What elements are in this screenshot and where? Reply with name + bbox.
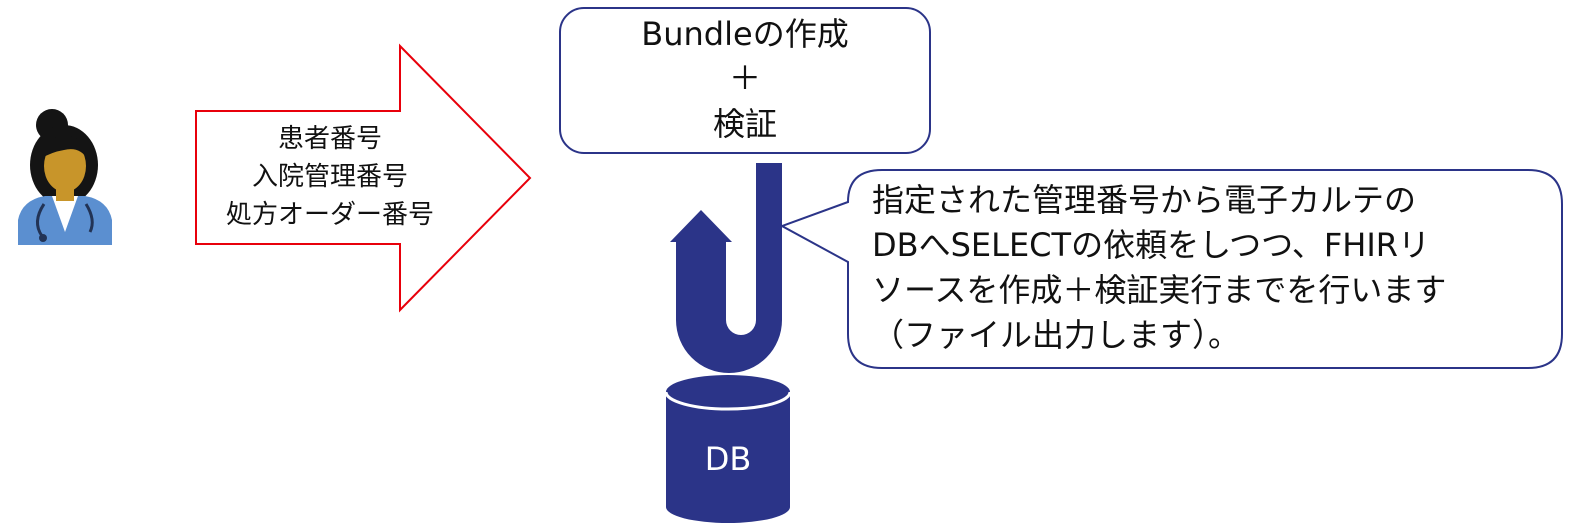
callout-line-4: （ファイル出力します）。 <box>872 316 1241 354</box>
database-label: DB <box>704 440 752 478</box>
input-arrow-label: 患者番号 入院管理番号 処方オーダー番号 <box>195 120 465 234</box>
diagram: 患者番号 入院管理番号 処方オーダー番号 Bundleの作成 ＋ 検証 指定され… <box>0 0 1575 530</box>
arrow-line-patient-id: 患者番号 <box>277 124 382 154</box>
callout-line-2: DBへSELECTの依頼をしつつ、FHIRリ <box>872 226 1431 264</box>
doctor-icon <box>18 109 112 245</box>
callout-line-1: 指定された管理番号から電子カルテの <box>872 181 1417 219</box>
u-turn-arrow-body <box>670 163 782 373</box>
process-box-line3: 検証 <box>712 105 777 143</box>
arrow-line-prescription-id: 処方オーダー番号 <box>225 200 434 230</box>
callout-text: 指定された管理番号から電子カルテの DBへSELECTの依頼をしつつ、FHIRリ… <box>872 178 1552 358</box>
callout-line-3: ソースを作成＋検証実行までを行います <box>872 271 1447 309</box>
arrow-line-admission-id: 入院管理番号 <box>251 162 408 192</box>
process-box-line2: ＋ <box>728 59 761 97</box>
process-box-line1: Bundleの作成 <box>641 15 849 53</box>
